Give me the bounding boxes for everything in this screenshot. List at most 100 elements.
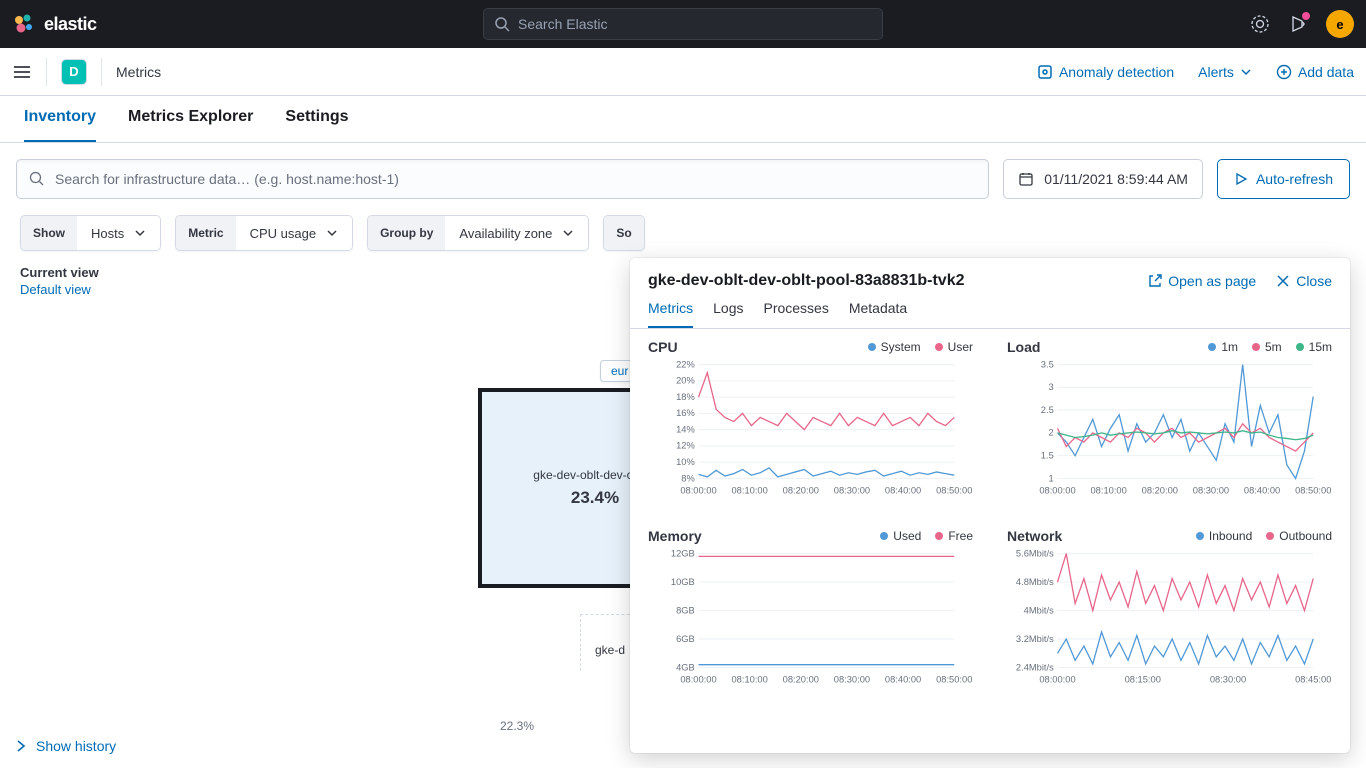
flyout-tab-processes[interactable]: Processes [763,300,828,328]
chart-title: Memory [648,528,702,544]
breadcrumb[interactable]: Metrics [116,64,161,80]
svg-text:4GB: 4GB [676,662,695,672]
divider [101,58,102,86]
memory-chart-plot: 4GB 6GB 8GB 10GB 12GB 08:00:00 08:10:00 08:20:0… [648,548,973,688]
add-data-link[interactable]: Add data [1276,64,1354,80]
anomaly-detection-link[interactable]: Anomaly detection [1037,64,1174,80]
svg-text:4.8Mbit/s: 4.8Mbit/s [1016,577,1054,587]
network-chart-plot: 2.4Mbit/s3.2Mbit/s4Mbit/s4.8Mbit/s5.6Mbi… [1007,548,1332,688]
svg-text:2: 2 [1049,428,1054,438]
page-tabs: Inventory Metrics Explorer Settings [0,96,1366,143]
svg-text:08:00:00: 08:00:00 [680,674,716,684]
query-placeholder: Search for infrastructure data… (e.g. ho… [55,171,399,187]
chart-legend: Used Free [880,529,973,543]
legend-percent: 22.3% [500,719,534,733]
flyout-tab-logs[interactable]: Logs [713,300,743,328]
svg-text:08:40:00: 08:40:00 [1244,485,1280,495]
svg-text:18%: 18% [676,392,695,402]
search-icon [29,171,45,187]
query-input[interactable]: Search for infrastructure data… (e.g. ho… [16,159,989,199]
auto-refresh-button[interactable]: Auto-refresh [1217,159,1350,199]
flyout-title: gke-dev-oblt-dev-oblt-pool-83a8831b-tvk2 [648,272,965,290]
svg-text:2.4Mbit/s: 2.4Mbit/s [1016,662,1054,672]
flyout-tab-metadata[interactable]: Metadata [849,300,907,328]
svg-text:22%: 22% [676,359,695,369]
svg-text:8%: 8% [681,473,694,483]
open-as-page-link[interactable]: Open as page [1148,273,1256,289]
chevron-right-icon [14,739,28,753]
svg-text:08:45:00: 08:45:00 [1295,674,1331,684]
svg-text:08:15:00: 08:15:00 [1125,674,1161,684]
close-icon [1276,274,1290,288]
global-header: elastic Search Elastic e [0,0,1366,48]
chart-legend: System User [868,340,973,354]
svg-text:3.2Mbit/s: 3.2Mbit/s [1016,634,1054,644]
svg-text:08:10:00: 08:10:00 [1090,485,1126,495]
groupby-selector[interactable]: Group by Availability zone [367,215,589,251]
svg-text:6GB: 6GB [676,634,695,644]
svg-text:08:20:00: 08:20:00 [783,674,819,684]
close-button[interactable]: Close [1276,273,1332,289]
chart-legend: Inbound Outbound [1196,529,1332,543]
svg-text:12%: 12% [676,441,695,451]
show-selector[interactable]: Show Hosts [20,215,161,251]
tab-settings[interactable]: Settings [285,108,348,142]
sort-selector[interactable]: So [603,215,644,251]
plus-circle-icon [1276,64,1292,80]
svg-text:20%: 20% [676,376,695,386]
search-placeholder: Search Elastic [518,16,607,32]
date-picker[interactable]: 01/11/2021 8:59:44 AM [1003,159,1203,199]
flyout-header: gke-dev-oblt-dev-oblt-pool-83a8831b-tvk2… [630,258,1350,290]
svg-text:08:40:00: 08:40:00 [885,485,921,495]
brand-logo[interactable]: elastic [12,12,97,36]
space-selector[interactable]: D [61,59,87,85]
calendar-icon [1018,171,1034,187]
filter-bar: Search for infrastructure data… (e.g. ho… [0,143,1366,215]
chart-legend: 1m 5m 15m [1208,340,1332,354]
global-search-input[interactable]: Search Elastic [483,8,883,40]
chevron-down-icon [134,227,146,239]
svg-text:08:30:00: 08:30:00 [834,674,870,684]
svg-text:14%: 14% [676,424,695,434]
flyout-tabs: Metrics Logs Processes Metadata [630,290,1350,329]
newsfeed-icon[interactable] [1288,14,1308,34]
chart-title: CPU [648,339,678,355]
svg-text:3: 3 [1049,382,1054,392]
flyout-tab-metrics[interactable]: Metrics [648,300,693,328]
search-icon [494,16,510,32]
svg-text:12GB: 12GB [671,548,695,558]
cpu-chart: CPU System User 8%10%12%14%16%18%20%22%0… [648,339,973,502]
user-avatar[interactable]: e [1326,10,1354,38]
svg-text:08:50:00: 08:50:00 [936,485,972,495]
svg-text:10%: 10% [676,457,695,467]
cpu-chart-plot: 8%10%12%14%16%18%20%22%08:00:0008:10:000… [648,359,973,499]
svg-text:10GB: 10GB [671,577,695,587]
svg-text:08:50:00: 08:50:00 [936,674,972,684]
alerts-menu[interactable]: Alerts [1198,64,1252,80]
nav-toggle-icon[interactable] [12,62,32,82]
brand-name: elastic [44,14,97,35]
popout-icon [1148,274,1162,288]
notification-badge [1302,12,1310,20]
svg-text:08:10:00: 08:10:00 [731,674,767,684]
svg-text:3.5: 3.5 [1041,359,1054,369]
tab-metrics-explorer[interactable]: Metrics Explorer [128,108,253,142]
svg-text:1: 1 [1049,473,1054,483]
ml-icon [1037,64,1053,80]
show-history-toggle[interactable]: Show history [14,738,116,754]
svg-text:08:30:00: 08:30:00 [1193,485,1229,495]
metric-selector[interactable]: Metric CPU usage [175,215,353,251]
chart-title: Network [1007,528,1062,544]
help-icon[interactable] [1250,14,1270,34]
svg-text:08:40:00: 08:40:00 [885,674,921,684]
header-links: Anomaly detection Alerts Add data [1037,64,1354,80]
svg-text:5.6Mbit/s: 5.6Mbit/s [1016,548,1054,558]
load-chart: Load 1m 5m 15m 11.522.533.508:00:0008:10… [1007,339,1332,502]
svg-text:2.5: 2.5 [1041,405,1054,415]
svg-text:8GB: 8GB [676,605,695,615]
divider [46,58,47,86]
svg-text:08:00:00: 08:00:00 [1039,485,1075,495]
memory-chart: Memory Used Free 4GB 6GB 8GB 10GB 12GB 08:00:… [648,528,973,691]
play-icon [1234,172,1248,186]
tab-inventory[interactable]: Inventory [24,108,96,142]
